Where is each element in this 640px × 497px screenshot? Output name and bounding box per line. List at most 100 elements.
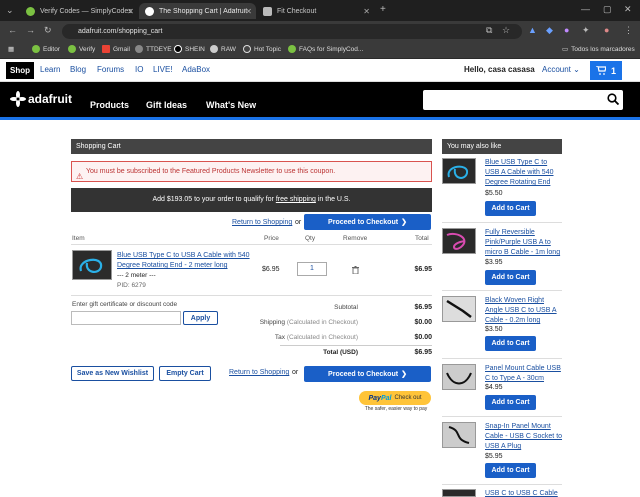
product-thumbnail[interactable] [442,228,476,254]
quantity-input[interactable]: 1 [297,262,327,276]
product-thumbnail[interactable] [442,422,476,448]
forward-icon[interactable]: → [26,25,35,35]
nav-forums[interactable]: Forums [97,65,124,74]
product-thumbnail[interactable] [442,296,476,322]
bookmark-faqs[interactable]: FAQs for SimplyCod... [288,45,363,53]
product-thumbnail[interactable] [442,364,476,390]
product-price: $3.95 [485,259,503,266]
close-tab-icon[interactable]: ✕ [127,7,134,16]
search-icon[interactable] [607,93,619,105]
bookmark-shein[interactable]: SHEIN [174,45,205,53]
nav-blog[interactable]: Blog [70,65,86,74]
close-tab-icon[interactable]: ✕ [363,7,370,16]
all-bookmarks[interactable]: ▭ Todos los marcadores [562,45,635,54]
add-to-cart-button[interactable]: Add to Cart [485,463,536,478]
nav-gift-ideas[interactable]: Gift Ideas [146,100,187,110]
extensions-puzzle-icon[interactable]: ✦ [582,25,590,36]
profile-avatar-icon[interactable]: ● [604,25,609,35]
return-to-shopping-link[interactable]: Return to Shopping [232,219,292,226]
add-to-cart-button[interactable]: Add to Cart [485,201,536,216]
simplycodes-favicon-icon [26,6,35,16]
add-to-cart-button[interactable]: Add to Cart [485,395,536,410]
shipping-label: Shipping (Calculated in Checkout) [259,319,358,326]
nav-live[interactable]: LIVE! [153,65,173,74]
shipping-value: $0.00 [414,319,432,326]
or-text: or [292,369,299,376]
cart-count: 1 [610,65,616,76]
nav-adabox[interactable]: AdaBox [182,65,210,74]
apply-button[interactable]: Apply [183,311,218,325]
minimize-icon[interactable]: — [581,4,590,14]
bookmark-star-icon[interactable]: ☆ [502,25,510,36]
trash-icon[interactable] [352,266,359,274]
product-thumbnail[interactable] [442,158,476,184]
nav-shop[interactable]: Shop [6,62,34,79]
add-to-cart-button[interactable]: Add to Cart [485,270,536,285]
bookmark-icon [68,45,76,53]
product-link[interactable]: Snap-In Panel Mount Cable - USB C Socket… [485,422,563,452]
cart-button[interactable]: 1 [590,61,622,80]
product-link[interactable]: Black Woven Right Angle USB C to USB A C… [485,296,563,326]
adafruit-favicon-icon [145,6,154,16]
new-tab-button[interactable]: + [380,4,386,15]
product-link[interactable]: USB C to USB C Cable [485,489,563,497]
add-to-cart-button[interactable]: Add to Cart [485,336,536,351]
coupon-input[interactable] [71,311,181,325]
bookmark-ttdeye[interactable]: TTDEYE [135,45,172,53]
nav-products[interactable]: Products [90,100,129,110]
tab-shopping-cart[interactable]: The Shopping Cart | Adafruit In ✕ [139,3,256,19]
url-input[interactable]: adafruit.com/shopping_cart [62,24,522,39]
subtotal-value: $6.95 [414,304,432,311]
bookmark-hot-topic[interactable]: Hot Topic [243,45,281,53]
chevron-down-icon: ⌄ [573,65,580,74]
bookmark-raw[interactable]: RAW [210,45,236,53]
tab-title: The Shopping Cart | Adafruit In [159,7,249,15]
extension-icon[interactable]: ▲ [528,25,537,35]
product-link[interactable]: Blue USB Type C to USB A Cable with 540 … [485,158,563,188]
cable-image [79,258,103,273]
cart-icon [595,66,606,75]
bookmark-gmail[interactable]: Gmail [102,45,130,53]
cart-title: Shopping Cart [71,139,432,154]
account-menu[interactable]: Account ⌄ [542,65,580,74]
product-link[interactable]: Panel Mount Cable USB C to Type A - 30cm [485,364,563,384]
maximize-icon[interactable]: ▢ [603,4,612,15]
nav-whats-new[interactable]: What's New [206,100,256,110]
menu-kebab-icon[interactable]: ⋮ [624,25,633,36]
warning-icon: ⚠ [76,172,84,181]
search-input[interactable] [423,90,623,110]
chevron-right-icon: ❯ [401,371,407,378]
product-thumbnail[interactable] [442,489,476,497]
tab-simplycodes[interactable]: Verify Codes — SimplyCodes ✕ [20,3,138,19]
tax-label: Tax (Calculated in Checkout) [274,334,358,341]
tab-search-icon[interactable]: ⌄ [6,5,14,16]
gmail-icon [102,45,110,53]
close-tab-icon[interactable]: ✕ [245,7,252,16]
translate-icon[interactable]: ⧉ [486,25,492,36]
free-shipping-link[interactable]: free shipping [276,196,316,203]
extension-icon[interactable]: ● [564,25,569,35]
empty-cart-button[interactable]: Empty Cart [159,366,211,381]
nav-learn[interactable]: Learn [40,65,60,74]
return-to-shopping-link[interactable]: Return to Shopping [229,369,289,376]
tab-fit-checkout[interactable]: Fit Checkout ✕ [257,3,374,19]
reload-icon[interactable]: ↻ [44,25,52,36]
shield-extension-icon[interactable]: ◆ [546,25,553,36]
product-name-link[interactable]: Blue USB Type C to USB A Cable with 540 … [117,251,252,271]
product-thumbnail[interactable] [72,250,112,280]
proceed-to-checkout-button[interactable]: Proceed to Checkout ❯ [304,214,431,230]
close-window-icon[interactable]: ✕ [624,4,632,15]
save-wishlist-button[interactable]: Save as New Wishlist [71,366,154,381]
product-price: $5.95 [485,453,503,460]
proceed-to-checkout-button[interactable]: Proceed to Checkout ❯ [304,366,431,382]
adafruit-logo[interactable]: adafruit [10,91,72,107]
column-qty: Qty [305,235,316,242]
product-link[interactable]: Fully Reversible Pink/Purple USB A to mi… [485,228,563,258]
nav-io[interactable]: IO [135,65,143,74]
bookmark-editor[interactable]: Editor [32,45,60,53]
product-price: $4.95 [485,384,503,391]
bookmark-verify[interactable]: Verify [68,45,95,53]
paypal-checkout-button[interactable]: Pay Pal Check out [359,391,431,405]
apps-grid-icon[interactable]: ▦ [8,45,14,53]
back-icon[interactable]: ← [8,25,17,35]
